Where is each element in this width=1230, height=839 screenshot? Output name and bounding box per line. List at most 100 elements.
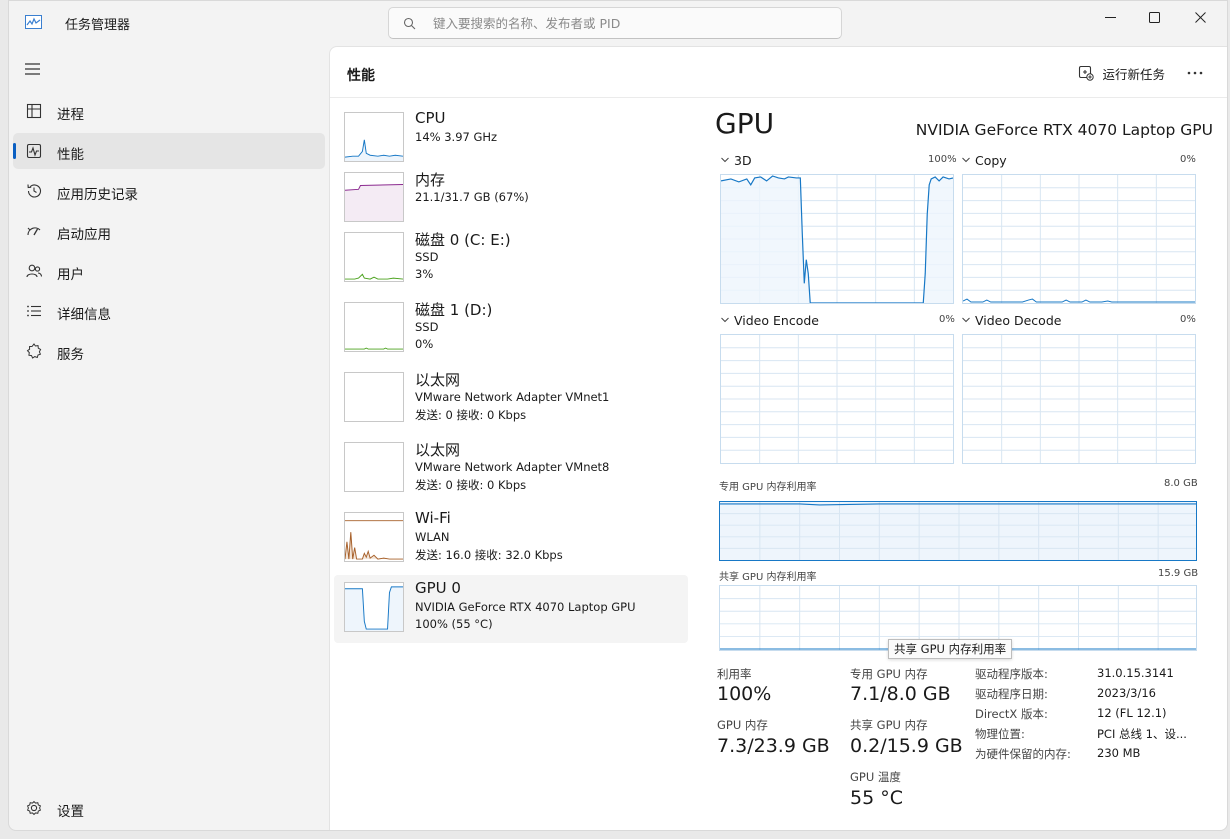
sidebar-item-startup[interactable]: 启动应用: [13, 213, 325, 249]
users-icon: [26, 264, 43, 278]
device-item-gpu-0[interactable]: GPU 0 NVIDIA GeForce RTX 4070 Laptop GPU…: [334, 575, 688, 643]
services-icon: [26, 343, 42, 359]
run-task-icon: [1079, 65, 1095, 81]
device-item-wifi[interactable]: Wi-Fi WLAN 发送: 16.0 接收: 32.0 Kbps: [334, 505, 688, 573]
directx-version-value: 12 (FL 12.1): [1097, 706, 1167, 720]
device-name: 以太网: [415, 441, 461, 459]
sidebar-item-settings[interactable]: 设置: [13, 790, 325, 826]
sidebar-item-label: 详细信息: [57, 307, 111, 323]
device-item-memory[interactable]: 内存 21.1/31.7 GB (67%): [334, 165, 688, 233]
device-name: 以太网: [415, 371, 461, 389]
sidebar: 进程 性能 应用历史记录 启动应用 用户 详细信息 服务 设置: [9, 45, 329, 830]
task-manager-app-icon: [25, 15, 42, 29]
reserved-memory-value: 230 MB: [1097, 746, 1141, 760]
engine-percent: 0%: [939, 314, 955, 325]
device-item-disk-1[interactable]: 磁盘 1 (D:) SSD 0%: [334, 295, 688, 363]
engine-name: Video Decode: [975, 313, 1062, 328]
device-detail: 发送: 0 接收: 0 Kbps: [415, 408, 527, 422]
engine-selector-video-encode[interactable]: Video Encode: [720, 313, 819, 328]
device-detail: 21.1/31.7 GB (67%): [415, 190, 529, 204]
window-title: 任务管理器: [65, 18, 131, 33]
utilization-value: 100%: [717, 683, 772, 705]
main-panel: 性能 运行新任务 CPU 14% 3.97 GHz 内存 21.1/31.7 G…: [329, 46, 1227, 830]
minimize-icon: [1104, 16, 1116, 18]
sidebar-item-services[interactable]: 服务: [13, 333, 325, 369]
engine-percent: 100%: [928, 154, 957, 165]
driver-date-value: 2023/3/16: [1097, 686, 1156, 700]
performance-icon: [26, 143, 42, 159]
app-history-icon: [27, 184, 42, 198]
search-input[interactable]: [433, 13, 813, 33]
graph-dedicated-memory: [719, 501, 1197, 561]
device-detail: SSD: [415, 250, 439, 264]
device-name: 内存: [415, 171, 446, 189]
engine-name: 3D: [734, 153, 752, 168]
active-indicator: [13, 143, 16, 159]
chevron-down-icon: [721, 157, 729, 163]
device-detail: 发送: 16.0 接收: 32.0 Kbps: [415, 548, 563, 562]
sidebar-item-app-history[interactable]: 应用历史记录: [13, 173, 325, 209]
device-detail: 14% 3.97 GHz: [415, 130, 498, 144]
gpu-temp-label: GPU 温度: [850, 770, 901, 784]
physical-location-value: PCI 总线 1、设...: [1097, 727, 1187, 741]
header-divider: [330, 97, 1227, 98]
gear-icon: [26, 800, 42, 816]
device-detail: WLAN: [415, 530, 450, 544]
gpu-memory-label: GPU 内存: [717, 718, 768, 732]
device-detail: 100% (55 °C): [415, 617, 493, 631]
gpu-thumbnail-graph: [344, 582, 404, 632]
device-detail: VMware Network Adapter VMnet1: [415, 390, 610, 404]
gpu-title: GPU: [715, 107, 775, 140]
device-name: CPU: [415, 109, 446, 127]
page-title: 性能: [347, 68, 375, 84]
maximize-button[interactable]: [1131, 1, 1177, 33]
details-icon: [27, 305, 41, 317]
hamburger-menu-icon[interactable]: [23, 59, 43, 79]
search-box[interactable]: [388, 7, 842, 39]
engine-percent: 0%: [1180, 154, 1196, 165]
engine-name: Video Encode: [734, 313, 819, 328]
shared-memory-max: 15.9 GB: [1158, 568, 1199, 579]
dedicated-memory-label: 专用 GPU 内存利用率: [719, 482, 817, 493]
chevron-down-icon: [962, 317, 970, 323]
sidebar-item-details[interactable]: 详细信息: [13, 293, 325, 329]
sidebar-item-label: 用户: [57, 267, 84, 283]
device-item-ethernet-vmnet1[interactable]: 以太网 VMware Network Adapter VMnet1 发送: 0 …: [334, 365, 688, 433]
shared-memory-label: 共享 GPU 内存利用率: [719, 572, 817, 583]
device-item-ethernet-vmnet8[interactable]: 以太网 VMware Network Adapter VMnet8 发送: 0 …: [334, 435, 688, 503]
device-detail: SSD: [415, 320, 439, 334]
graph-3d: [720, 174, 954, 304]
title-bar: 任务管理器: [9, 1, 1227, 45]
cpu-thumbnail-graph: [344, 112, 404, 162]
ethernet1-thumbnail-graph: [344, 372, 404, 422]
device-item-disk-0[interactable]: 磁盘 0 (C: E:) SSD 3%: [334, 225, 688, 293]
device-name: Wi-Fi: [415, 509, 451, 527]
engine-selector-3d[interactable]: 3D: [720, 153, 752, 168]
gpu-model-name: NVIDIA GeForce RTX 4070 Laptop GPU: [915, 121, 1213, 139]
engine-selector-video-decode[interactable]: Video Decode: [961, 313, 1061, 328]
sidebar-item-users[interactable]: 用户: [13, 253, 325, 289]
driver-version-key: 驱动程序版本:: [975, 667, 1048, 681]
run-task-label: 运行新任务: [1102, 66, 1165, 82]
sidebar-item-processes[interactable]: 进程: [13, 93, 325, 129]
wifi-thumbnail-graph: [344, 512, 404, 562]
physical-location-key: 物理位置:: [975, 727, 1025, 741]
sidebar-item-label: 服务: [57, 347, 84, 363]
more-options-icon[interactable]: [1185, 63, 1205, 83]
shared-memory-tooltip: 共享 GPU 内存利用率: [888, 639, 1013, 659]
sidebar-item-label: 启动应用: [57, 227, 111, 243]
driver-version-value: 31.0.15.3141: [1097, 666, 1174, 680]
close-button[interactable]: [1177, 1, 1223, 33]
minimize-button[interactable]: [1087, 1, 1133, 33]
device-name: 磁盘 0 (C: E:): [415, 231, 511, 249]
device-item-cpu[interactable]: CPU 14% 3.97 GHz: [334, 105, 688, 173]
engine-selector-copy[interactable]: Copy: [961, 153, 1007, 168]
device-detail: 3%: [415, 267, 434, 281]
device-detail: 0%: [415, 337, 434, 351]
sidebar-item-performance[interactable]: 性能: [13, 133, 325, 169]
shared-memory-stat-value: 0.2/15.9 GB: [850, 735, 963, 757]
shared-memory-stat-label: 共享 GPU 内存: [850, 718, 928, 732]
dedicated-memory-max: 8.0 GB: [1164, 478, 1198, 489]
directx-version-key: DirectX 版本:: [975, 707, 1048, 721]
run-new-task-button[interactable]: 运行新任务: [1078, 63, 1165, 83]
